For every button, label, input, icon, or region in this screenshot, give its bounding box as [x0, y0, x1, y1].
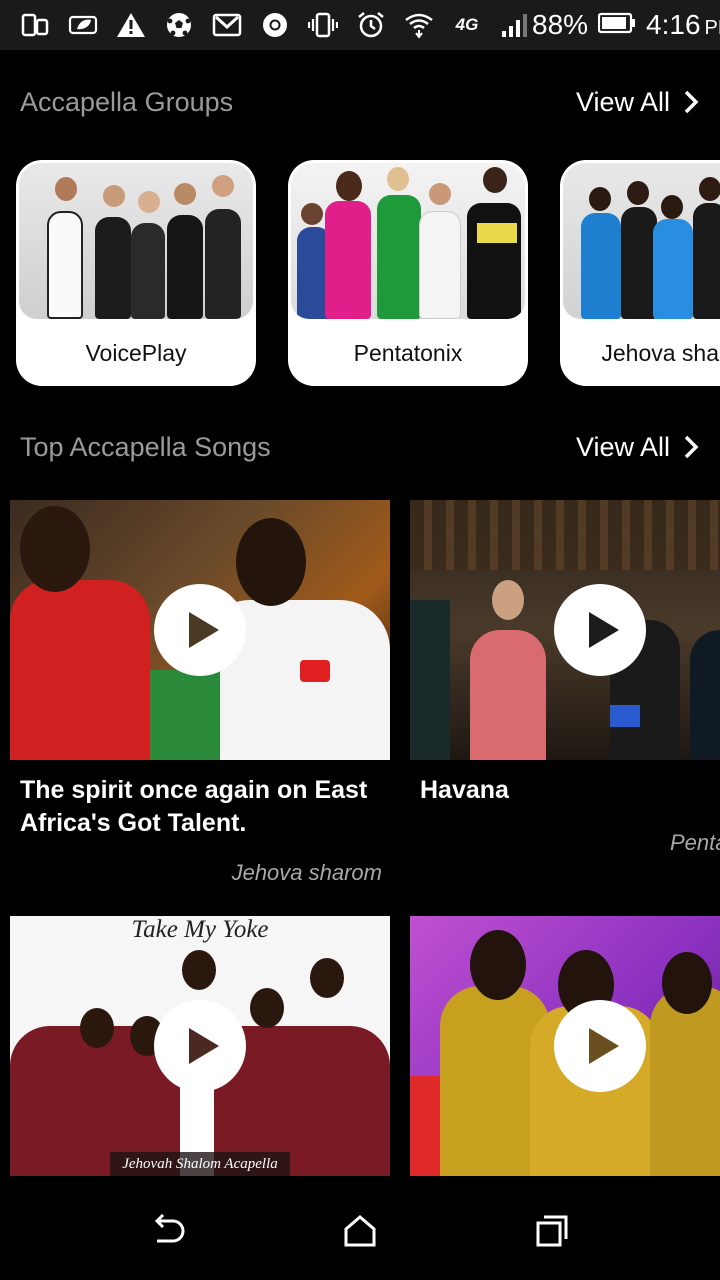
play-button[interactable]	[554, 584, 646, 676]
thumbnail-caption-bottom: Jehovah Shalom Acapella	[110, 1152, 290, 1176]
soccer-ball-icon	[162, 10, 196, 40]
song-thumbnail[interactable]	[10, 500, 390, 760]
song-tile[interactable]: The spirit once again on East Africa's G…	[10, 500, 390, 900]
home-button[interactable]	[335, 1206, 385, 1256]
clock-time: 4:16	[646, 9, 701, 40]
recents-icon	[536, 1215, 568, 1247]
group-photo	[563, 163, 720, 319]
song-artist: Jehova sharom	[231, 860, 382, 885]
song-tile[interactable]: Havana Pentatonix	[410, 500, 720, 900]
song-thumbnail[interactable]	[410, 916, 720, 1176]
wifi-icon	[402, 10, 436, 40]
thumbnail-caption-top: Take My Yoke	[131, 916, 269, 943]
groups-section-header: Accapella Groups View All	[20, 82, 700, 122]
songs-section-header: Top Accapella Songs View All	[20, 427, 700, 467]
alarm-icon	[354, 10, 388, 40]
back-icon	[154, 1213, 185, 1243]
play-icon	[189, 612, 219, 648]
lte-icon: 4G	[450, 10, 484, 40]
song-tile[interactable]: Take My Yoke Jehovah Shalom Acapella	[10, 916, 390, 1176]
home-icon	[344, 1215, 376, 1247]
clock-ampm: PM	[704, 17, 720, 39]
song-title: Havana	[420, 776, 509, 804]
leaf-icon	[66, 10, 100, 40]
view-all-label: View All	[575, 86, 670, 117]
navigation-bar	[0, 1176, 720, 1280]
group-card[interactable]: VoicePlay	[16, 160, 256, 386]
song-title: The spirit once again on East Africa's G…	[20, 776, 368, 837]
signal-icon	[498, 10, 532, 40]
recents-button[interactable]	[527, 1206, 577, 1256]
play-button[interactable]	[554, 1000, 646, 1092]
back-button[interactable]	[142, 1206, 192, 1256]
play-icon	[589, 612, 619, 648]
warning-icon	[114, 10, 148, 40]
group-card[interactable]: Jehova sharom	[560, 160, 720, 386]
group-name: Jehova sharom	[601, 340, 720, 366]
groups-section-title: Accapella Groups	[20, 86, 234, 117]
gmail-icon	[210, 10, 244, 40]
battery-icon	[597, 9, 636, 41]
chevron-right-icon	[684, 435, 699, 459]
song-thumbnail[interactable]	[410, 500, 720, 760]
songs-view-all-button[interactable]: View All	[576, 432, 700, 463]
screen-rotate-icon	[18, 10, 52, 40]
network-label: 4G	[455, 15, 479, 34]
play-button[interactable]	[154, 584, 246, 676]
clock: 4:16PM	[646, 9, 720, 41]
songs-section-title: Top Accapella Songs	[20, 431, 271, 462]
song-artist: Pentatonix	[670, 830, 720, 855]
battery-percent: 88%	[532, 9, 589, 40]
play-icon	[589, 1028, 619, 1064]
group-name: VoicePlay	[85, 340, 187, 366]
groups-carousel[interactable]: VoicePlay Pentatonix Jehova sha	[16, 160, 720, 386]
chevron-right-icon	[684, 90, 699, 114]
play-icon	[189, 1028, 219, 1064]
song-tile[interactable]	[410, 916, 720, 1176]
chrome-icon	[258, 10, 292, 40]
view-all-label: View All	[575, 431, 670, 462]
play-button[interactable]	[154, 1000, 246, 1092]
group-name: Pentatonix	[353, 340, 463, 366]
group-photo	[291, 163, 525, 319]
groups-view-all-button[interactable]: View All	[576, 87, 700, 118]
song-thumbnail[interactable]: Take My Yoke Jehovah Shalom Acapella	[10, 916, 390, 1176]
vibrate-icon	[306, 10, 340, 40]
status-bar: 4G 88% 4:16PM	[0, 0, 720, 50]
group-photo	[19, 163, 253, 319]
group-card[interactable]: Pentatonix	[288, 160, 528, 386]
